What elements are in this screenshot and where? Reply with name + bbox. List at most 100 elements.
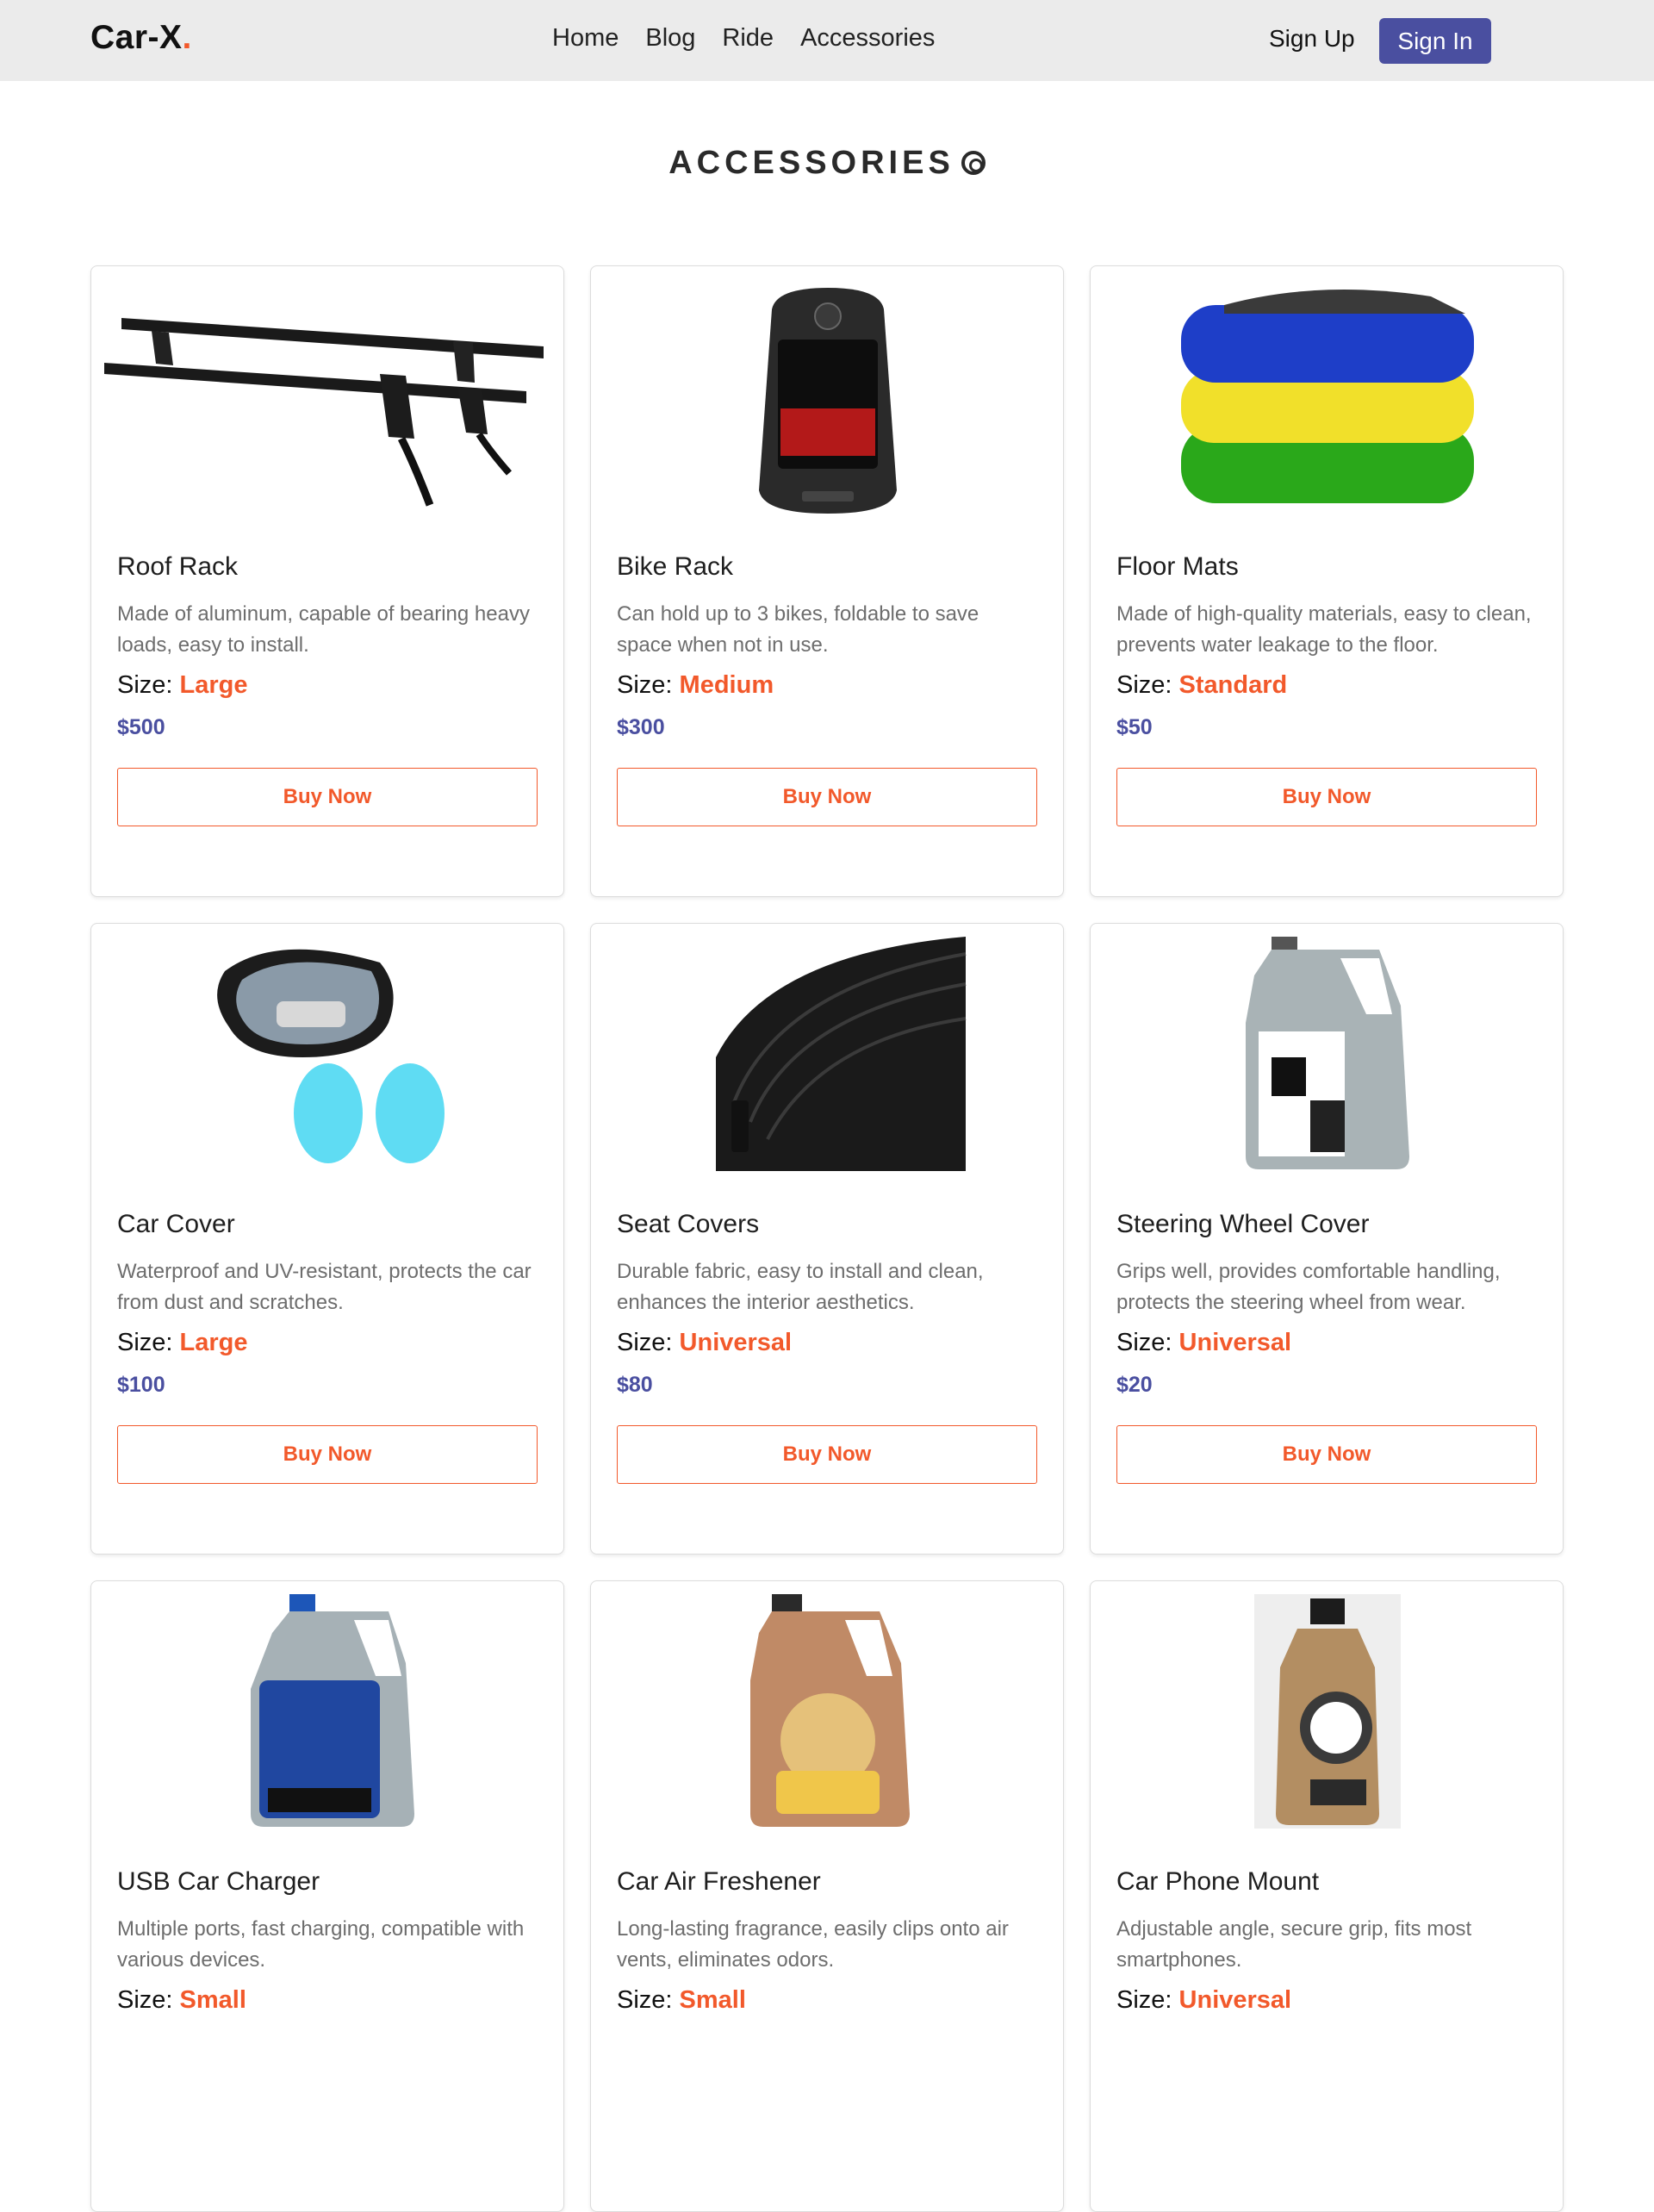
product-price: $20 xyxy=(1116,1373,1153,1397)
product-price: $300 xyxy=(617,715,665,739)
card-body: Car Air Freshener Long-lasting fragrance… xyxy=(617,1867,1039,2030)
size-label: Size: xyxy=(117,1329,173,1356)
product-name: Car Air Freshener xyxy=(617,1867,821,1896)
product-name: Bike Rack xyxy=(617,552,734,581)
card-body: USB Car Charger Multiple ports, fast cha… xyxy=(117,1867,539,2030)
product-card: Floor Mats Made of high-quality material… xyxy=(1090,265,1564,897)
product-price: $500 xyxy=(117,715,165,739)
product-image xyxy=(1104,279,1551,514)
product-description: Can hold up to 3 bikes, foldable to save… xyxy=(617,602,979,657)
buy-now-button[interactable]: Buy Now xyxy=(117,768,538,826)
card-body: Steering Wheel Cover Grips well, provide… xyxy=(1116,1210,1539,1484)
buy-now-button[interactable]: Buy Now xyxy=(1116,768,1537,826)
nav-link-home[interactable]: Home xyxy=(552,24,619,53)
oil-jug-blue-icon xyxy=(104,1594,552,1829)
page-title: ACCESSORIES xyxy=(0,145,1654,182)
buy-now-button[interactable]: Buy Now xyxy=(617,1425,1037,1484)
product-name: Seat Covers xyxy=(617,1210,760,1238)
product-size: Size: Large xyxy=(117,671,539,700)
size-value: Large xyxy=(179,671,248,699)
size-value: Universal xyxy=(679,1329,793,1356)
product-description: Adjustable angle, secure grip, fits most… xyxy=(1116,1917,1472,1972)
product-description: Grips well, provides comfortable handlin… xyxy=(1116,1260,1501,1314)
logo[interactable]: Car-X. xyxy=(90,19,192,57)
towels-icon xyxy=(1104,279,1551,514)
product-size: Size: Large xyxy=(117,1329,539,1357)
product-name: USB Car Charger xyxy=(117,1867,320,1896)
product-size: Size: Small xyxy=(117,1986,539,2015)
card-body: Bike Rack Can hold up to 3 bikes, foldab… xyxy=(617,552,1039,826)
nav-link-blog[interactable]: Blog xyxy=(645,24,695,53)
buy-now-button[interactable]: Buy Now xyxy=(117,1425,538,1484)
nav-link-ride[interactable]: Ride xyxy=(722,24,774,53)
size-value: Universal xyxy=(1178,1986,1292,2014)
card-body: Floor Mats Made of high-quality material… xyxy=(1116,552,1539,826)
oil-jug-bronze-icon xyxy=(604,1594,1052,1829)
size-value: Medium xyxy=(679,671,774,699)
product-image xyxy=(1104,1594,1551,1829)
product-size: Size: Small xyxy=(617,1986,1039,2015)
size-label: Size: xyxy=(617,1329,673,1356)
size-label: Size: xyxy=(617,671,673,699)
size-label: Size: xyxy=(117,671,173,699)
product-size: Size: Universal xyxy=(617,1329,1039,1357)
product-image xyxy=(604,1594,1052,1829)
product-description: Made of aluminum, capable of bearing hea… xyxy=(117,602,530,657)
product-description: Long-lasting fragrance, easily clips ont… xyxy=(617,1917,1009,1972)
product-name: Roof Rack xyxy=(117,552,239,581)
size-label: Size: xyxy=(1116,1329,1172,1356)
product-size: Size: Standard xyxy=(1116,671,1539,700)
buy-now-button[interactable]: Buy Now xyxy=(617,768,1037,826)
product-description: Multiple ports, fast charging, compatibl… xyxy=(117,1917,525,1972)
size-label: Size: xyxy=(1116,671,1172,699)
size-label: Size: xyxy=(1116,1986,1172,2014)
product-description: Made of high-quality materials, easy to … xyxy=(1116,602,1532,657)
size-value: Small xyxy=(179,1986,246,2014)
size-value: Large xyxy=(179,1329,248,1356)
product-image xyxy=(604,279,1052,514)
product-name: Floor Mats xyxy=(1116,552,1239,581)
product-price: $80 xyxy=(617,1373,653,1397)
oil-bottle-icon xyxy=(1104,1594,1551,1829)
product-name: Car Cover xyxy=(117,1210,235,1238)
product-card: Seat Covers Durable fabric, easy to inst… xyxy=(590,923,1064,1555)
product-image xyxy=(104,937,552,1171)
product-name: Car Phone Mount xyxy=(1116,1867,1320,1896)
product-card: USB Car Charger Multiple ports, fast cha… xyxy=(90,1580,564,2212)
size-value: Universal xyxy=(1178,1329,1292,1356)
product-card: Roof Rack Made of aluminum, capable of b… xyxy=(90,265,564,897)
navbar: Car-X. Home Blog Ride Accessories Sign U… xyxy=(0,0,1654,81)
mirror-film-icon xyxy=(104,937,552,1171)
product-grid: Roof Rack Made of aluminum, capable of b… xyxy=(90,265,1564,2212)
size-value: Standard xyxy=(1178,671,1288,699)
product-description: Waterproof and UV-resistant, protects th… xyxy=(117,1260,532,1314)
product-price: $100 xyxy=(117,1373,165,1397)
size-label: Size: xyxy=(617,1986,673,2014)
roof-rack-icon xyxy=(104,279,552,514)
nav-link-accessories[interactable]: Accessories xyxy=(800,24,935,53)
product-size: Size: Universal xyxy=(1116,1986,1539,2015)
product-image xyxy=(1104,937,1551,1171)
product-size: Size: Universal xyxy=(1116,1329,1539,1357)
product-card: Steering Wheel Cover Grips well, provide… xyxy=(1090,923,1564,1555)
product-name: Steering Wheel Cover xyxy=(1116,1210,1370,1238)
sign-in-button[interactable]: Sign In xyxy=(1379,18,1491,64)
smart-key-icon xyxy=(604,279,1052,514)
product-image xyxy=(604,937,1052,1171)
product-card: Bike Rack Can hold up to 3 bikes, foldab… xyxy=(590,265,1064,897)
product-image xyxy=(104,1594,552,1829)
sign-up-link[interactable]: Sign Up xyxy=(1269,25,1355,53)
card-body: Car Phone Mount Adjustable angle, secure… xyxy=(1116,1867,1539,2030)
logo-text: Car-X xyxy=(90,19,183,56)
logo-dot: . xyxy=(182,19,192,56)
product-size: Size: Medium xyxy=(617,671,1039,700)
oil-jug-icon xyxy=(1104,937,1551,1171)
rubber-seal-icon xyxy=(604,937,1052,1171)
product-image xyxy=(104,279,552,514)
nav-links: Home Blog Ride Accessories xyxy=(552,24,935,53)
buy-now-button[interactable]: Buy Now xyxy=(1116,1425,1537,1484)
target-icon xyxy=(961,151,986,175)
product-description: Durable fabric, easy to install and clea… xyxy=(617,1260,984,1314)
card-body: Seat Covers Durable fabric, easy to inst… xyxy=(617,1210,1039,1484)
size-value: Small xyxy=(679,1986,746,2014)
